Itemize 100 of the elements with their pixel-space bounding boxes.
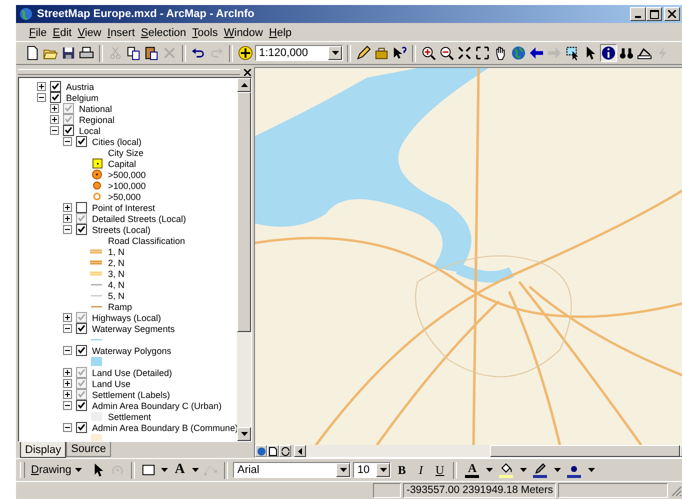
full-extent-button[interactable]	[510, 44, 527, 62]
menu-item[interactable]: Window	[220, 27, 266, 39]
legend-label: Ramp	[108, 302, 132, 312]
layer-checkbox[interactable]	[76, 136, 87, 147]
layout-view-button[interactable]	[267, 445, 279, 457]
scrollbar-thumb[interactable]	[237, 92, 251, 332]
add-data-button[interactable]	[237, 44, 254, 62]
bold-button[interactable]: B	[393, 461, 410, 479]
font-color-button[interactable]: A	[462, 461, 482, 479]
identify-button[interactable]	[600, 44, 617, 62]
expand-toggle[interactable]	[50, 104, 59, 113]
layer-name[interactable]: Point of Interest	[92, 202, 156, 212]
panel-tab[interactable]: Display	[20, 442, 66, 458]
expand-toggle[interactable]	[63, 379, 72, 388]
expand-toggle[interactable]	[63, 313, 72, 322]
horizontal-scrollbar[interactable]	[294, 445, 682, 457]
vertical-scrollbar[interactable]	[237, 78, 251, 441]
menu-item[interactable]: View	[74, 27, 104, 39]
layer-checkbox[interactable]	[76, 224, 87, 235]
layer-checkbox[interactable]	[76, 378, 87, 389]
layer-name[interactable]: Cities (local)	[92, 136, 142, 146]
minimize-button[interactable]	[630, 7, 646, 21]
select-features-button[interactable]	[564, 44, 581, 62]
expand-toggle[interactable]	[50, 115, 59, 124]
layer-checkbox[interactable]	[76, 422, 87, 433]
scale-dropdown[interactable]: 1:120,000	[255, 45, 343, 61]
layer-name[interactable]: Highways (Local)	[92, 312, 162, 322]
layer-name[interactable]: National	[79, 104, 112, 114]
collapse-toggle[interactable]	[63, 225, 72, 234]
zoom-in-button[interactable]	[420, 44, 437, 62]
layer-checkbox[interactable]	[63, 103, 74, 114]
expand-toggle[interactable]	[37, 82, 46, 91]
menu-item[interactable]: Help	[266, 27, 295, 39]
caret-icon	[520, 468, 527, 472]
expand-toggle[interactable]	[63, 203, 72, 212]
menu-item[interactable]: Insert	[104, 27, 138, 39]
layer-name[interactable]: Settlement (Labels)	[92, 390, 170, 400]
menu-item[interactable]: Selection	[138, 27, 190, 39]
layer-checkbox[interactable]	[50, 92, 61, 103]
layer-checkbox[interactable]	[76, 367, 87, 378]
layer-name[interactable]: Waterway Segments	[92, 324, 175, 334]
status-pane	[373, 483, 402, 498]
close-button[interactable]	[664, 7, 680, 21]
expand-toggle[interactable]	[63, 368, 72, 377]
fixed-zoom-out-button[interactable]	[474, 44, 491, 62]
layer-checkbox[interactable]	[63, 125, 74, 136]
layer-name[interactable]: Regional	[79, 114, 115, 124]
close-panel-button[interactable]	[242, 67, 252, 77]
layer-name[interactable]: Belgium	[66, 92, 99, 102]
layer-name[interactable]: Waterway Polygons	[92, 346, 172, 356]
new-text-button[interactable]: A	[171, 461, 188, 479]
zoom-out-button[interactable]	[438, 44, 455, 62]
maximize-icon	[650, 10, 658, 18]
globe-icon	[511, 45, 526, 61]
menu-item[interactable]: File	[26, 27, 50, 39]
layer-checkbox[interactable]	[76, 389, 87, 400]
layer-name[interactable]: Detailed Streets (Local)	[92, 214, 186, 224]
layer-name[interactable]: Admin Area Boundary C (Urban)	[92, 400, 222, 410]
up-arrow-icon	[240, 83, 248, 87]
fixed-zoom-in-button[interactable]	[456, 44, 473, 62]
globe-icon	[256, 446, 266, 456]
refresh-button[interactable]	[279, 445, 291, 457]
copy-button[interactable]	[125, 44, 142, 62]
data-view-button[interactable]	[255, 445, 267, 457]
collapse-toggle[interactable]	[63, 401, 72, 410]
menu-item[interactable]: Tools	[189, 27, 221, 39]
layer-name[interactable]: Streets (Local)	[92, 224, 151, 234]
scrollbar-thumb[interactable]	[490, 445, 680, 457]
layer-checkbox[interactable]	[76, 323, 87, 334]
collapse-toggle[interactable]	[63, 137, 72, 146]
collapse-toggle[interactable]	[50, 126, 59, 135]
editor-button[interactable]	[355, 44, 372, 62]
drawing-menu-button[interactable]: Drawing	[29, 461, 88, 479]
expand-toggle[interactable]	[63, 214, 72, 223]
maximize-button[interactable]	[646, 7, 662, 21]
layer-checkbox[interactable]	[76, 213, 87, 224]
layer-checkbox[interactable]	[76, 345, 87, 356]
layer-name[interactable]: Land Use	[92, 378, 131, 388]
expand-toggle[interactable]	[63, 390, 72, 399]
collapse-toggle[interactable]	[63, 324, 72, 333]
panel-tab[interactable]: Source	[66, 442, 111, 457]
layer-checkbox[interactable]	[63, 114, 74, 125]
collapse-toggle[interactable]	[63, 346, 72, 355]
layer-checkbox[interactable]	[76, 312, 87, 323]
collapse-toggle[interactable]	[37, 93, 46, 102]
layer-name[interactable]: Austria	[66, 82, 94, 92]
menu-item[interactable]: Edit	[50, 27, 75, 39]
legend-heading: City Size	[107, 148, 144, 158]
italic-button[interactable]: I	[412, 461, 430, 479]
underline-button[interactable]: U	[431, 461, 448, 479]
layer-name[interactable]: Local	[79, 126, 101, 136]
layer-name[interactable]: Land Use (Detailed)	[92, 368, 172, 378]
layer-checkbox[interactable]	[76, 202, 87, 213]
font-dropdown[interactable]: Arial	[233, 462, 352, 478]
font-size-dropdown[interactable]: 10	[353, 462, 392, 478]
down-arrow-icon	[240, 432, 248, 436]
layer-checkbox[interactable]	[76, 400, 87, 411]
collapse-toggle[interactable]	[63, 423, 72, 432]
paste-button[interactable]	[143, 44, 160, 62]
layer-checkbox[interactable]	[50, 81, 61, 92]
